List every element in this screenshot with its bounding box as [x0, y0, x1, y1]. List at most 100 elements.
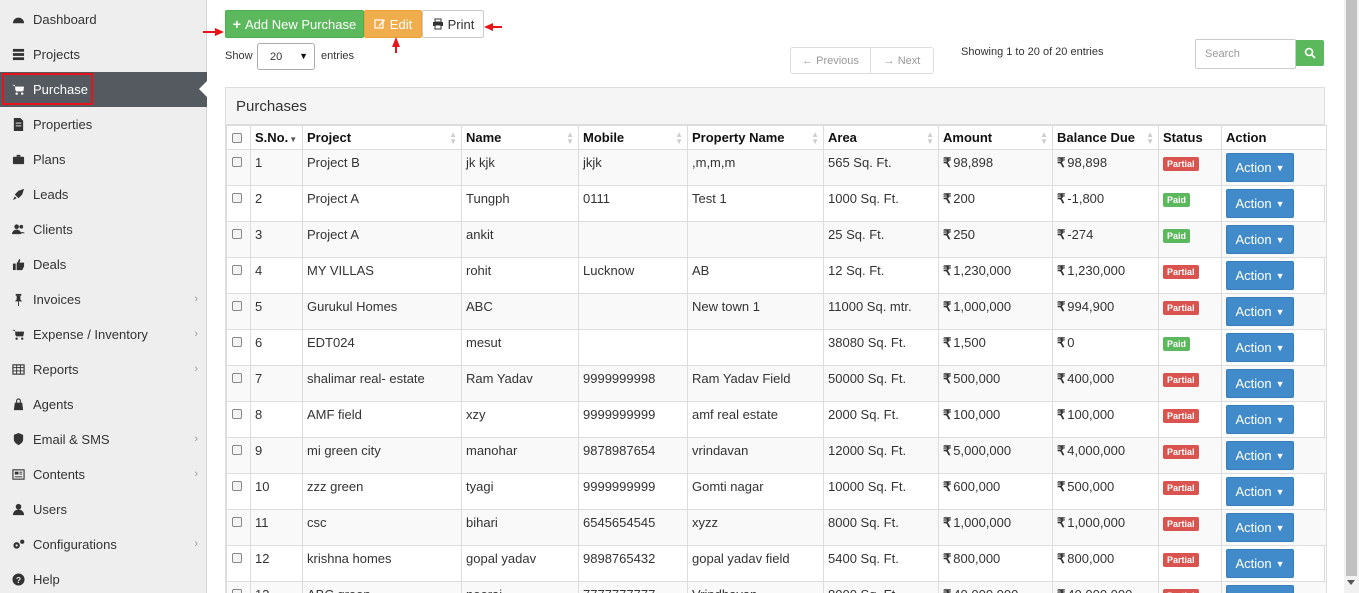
column-header-balance-due[interactable]: Balance Due ▲ ▼	[1052, 125, 1159, 150]
action-dropdown-button[interactable]: Action▼	[1226, 225, 1294, 254]
row-checkbox[interactable]	[232, 517, 242, 527]
rupee-icon: ₹	[1057, 551, 1066, 566]
cell-property: gopal yadav field	[687, 545, 824, 582]
sidebar-item-plans[interactable]: Plans	[0, 142, 207, 177]
action-dropdown-button[interactable]: Action▼	[1226, 585, 1294, 593]
column-header-s-no[interactable]: S.No.▼	[250, 125, 303, 150]
action-dropdown-button[interactable]: Action▼	[1226, 297, 1294, 326]
cell-amount-value: 200	[953, 191, 975, 206]
action-dropdown-button[interactable]: Action▼	[1226, 405, 1294, 434]
select-all-checkbox[interactable]	[232, 132, 242, 143]
cell-project: zzz green	[302, 473, 462, 510]
sidebar-item-contents[interactable]: Contents ›	[0, 457, 207, 492]
action-dropdown-button[interactable]: Action▼	[1226, 549, 1294, 578]
print-button[interactable]: Print	[422, 10, 484, 38]
sidebar-item-projects[interactable]: Projects	[0, 37, 207, 72]
rupee-icon: ₹	[943, 155, 952, 170]
row-checkbox[interactable]	[232, 265, 242, 275]
caret-down-icon: ▼	[299, 51, 308, 61]
sidebar-item-users[interactable]: Users	[0, 492, 207, 527]
sidebar-item-email-sms[interactable]: Email & SMS ›	[0, 422, 207, 457]
sort-icon: ▲ ▼	[1146, 130, 1154, 146]
column-header-project[interactable]: Project ▲ ▼	[302, 125, 462, 150]
row-checkbox[interactable]	[232, 229, 242, 239]
table-row: 12 krishna homes gopal yadav 9898765432 gopa…	[226, 545, 1327, 582]
cell-mobile: Lucknow	[578, 257, 688, 294]
column-header-label: Balance Due	[1057, 130, 1136, 145]
cell-action: Action▼	[1221, 221, 1327, 258]
column-header-name[interactable]: Name ▲ ▼	[461, 125, 579, 150]
row-checkbox[interactable]	[232, 445, 242, 455]
sidebar-item-leads[interactable]: Leads	[0, 177, 207, 212]
entries-info: Showing 1 to 20 of 20 entries	[961, 46, 1104, 58]
row-checkbox[interactable]	[232, 157, 242, 167]
action-dropdown-button[interactable]: Action▼	[1226, 513, 1294, 542]
row-checkbox[interactable]	[232, 589, 242, 593]
table-row: 13ABC greenneeraj7777777777Vrindhavan800…	[226, 581, 1327, 593]
cell-mobile: 0111	[578, 185, 688, 222]
cell-mobile	[578, 329, 688, 366]
row-select-cell	[226, 149, 251, 186]
sidebar-item-reports[interactable]: Reports ›	[0, 352, 207, 387]
rupee-icon: ₹	[1057, 191, 1066, 206]
scroll-down-arrow[interactable]	[1347, 580, 1355, 585]
sidebar-item-expense-inventory[interactable]: Expense / Inventory ›	[0, 317, 207, 352]
action-dropdown-button[interactable]: Action▼	[1226, 369, 1294, 398]
column-header-label: Amount	[943, 130, 993, 145]
sidebar-item-properties[interactable]: Properties	[0, 107, 207, 142]
cell-action: Action▼	[1221, 401, 1327, 438]
thumbs-up-icon	[11, 258, 25, 272]
rupee-icon: ₹	[943, 551, 952, 566]
action-dropdown-button[interactable]: Action▼	[1226, 261, 1294, 290]
row-checkbox[interactable]	[232, 301, 242, 311]
row-checkbox[interactable]	[232, 409, 242, 419]
sidebar-item-label: Expense / Inventory	[33, 327, 148, 342]
row-checkbox[interactable]	[232, 193, 242, 203]
cell-sno: 8	[250, 401, 303, 438]
row-checkbox[interactable]	[232, 481, 242, 491]
row-select-cell	[226, 401, 251, 438]
add-new-purchase-button[interactable]: + Add New Purchase	[225, 10, 364, 38]
search-input[interactable]: Search	[1195, 39, 1296, 69]
column-header-label: Name	[466, 130, 502, 145]
sidebar-item-help[interactable]: ? Help	[0, 562, 207, 593]
next-page-button[interactable]: → Next	[871, 48, 933, 73]
previous-page-button[interactable]: ← Previous	[791, 48, 871, 73]
sidebar-item-configurations[interactable]: Configurations ›	[0, 527, 207, 562]
action-dropdown-button[interactable]: Action▼	[1226, 333, 1294, 362]
column-header-amount[interactable]: Amount ▲ ▼	[938, 125, 1053, 150]
cell-amount: ₹98,898	[938, 149, 1053, 186]
sidebar-item-invoices[interactable]: Invoices ›	[0, 282, 207, 317]
sidebar-item-deals[interactable]: Deals	[0, 247, 207, 282]
annotation-arrow-right	[484, 23, 502, 31]
sidebar-item-clients[interactable]: Clients	[0, 212, 207, 247]
cell-amount: ₹800,000	[938, 545, 1053, 582]
cell-amount: ₹1,000,000	[938, 293, 1053, 330]
search-button[interactable]	[1296, 40, 1324, 66]
edit-button[interactable]: Edit	[364, 10, 422, 38]
column-header-mobile[interactable]: Mobile ▲ ▼	[578, 125, 688, 150]
action-dropdown-button[interactable]: Action▼	[1226, 441, 1294, 470]
action-dropdown-button[interactable]: Action▼	[1226, 189, 1294, 218]
row-checkbox[interactable]	[232, 337, 242, 347]
entries-select[interactable]: 20 ▼	[257, 43, 315, 70]
sidebar-item-dashboard[interactable]: Dashboard	[0, 2, 207, 37]
column-header-status: Status	[1158, 125, 1222, 150]
row-checkbox[interactable]	[232, 373, 242, 383]
cell-mobile	[578, 221, 688, 258]
cell-project: Gurukul Homes	[302, 293, 462, 330]
action-dropdown-button[interactable]: Action▼	[1226, 477, 1294, 506]
row-checkbox[interactable]	[232, 553, 242, 563]
scrollbar-thumb[interactable]	[1346, 0, 1357, 576]
table-row: 11 csc bihari 6545654545 xyzz 8000 Sq. Ft. ₹1,…	[226, 509, 1327, 546]
cell-area: 25 Sq. Ft.	[823, 221, 939, 258]
entries-label: entries	[321, 50, 355, 62]
cell-amount: ₹100,000	[938, 401, 1053, 438]
sidebar-item-label: Deals	[33, 257, 67, 272]
column-header-area[interactable]: Area ▲ ▼	[823, 125, 939, 150]
action-dropdown-button[interactable]: Action▼	[1226, 153, 1294, 182]
column-header-property-name[interactable]: Property Name ▲ ▼	[687, 125, 824, 150]
sidebar-item-agents[interactable]: Agents	[0, 387, 207, 422]
status-badge: Partial	[1163, 301, 1199, 315]
cell-property: New town 1	[687, 293, 824, 330]
